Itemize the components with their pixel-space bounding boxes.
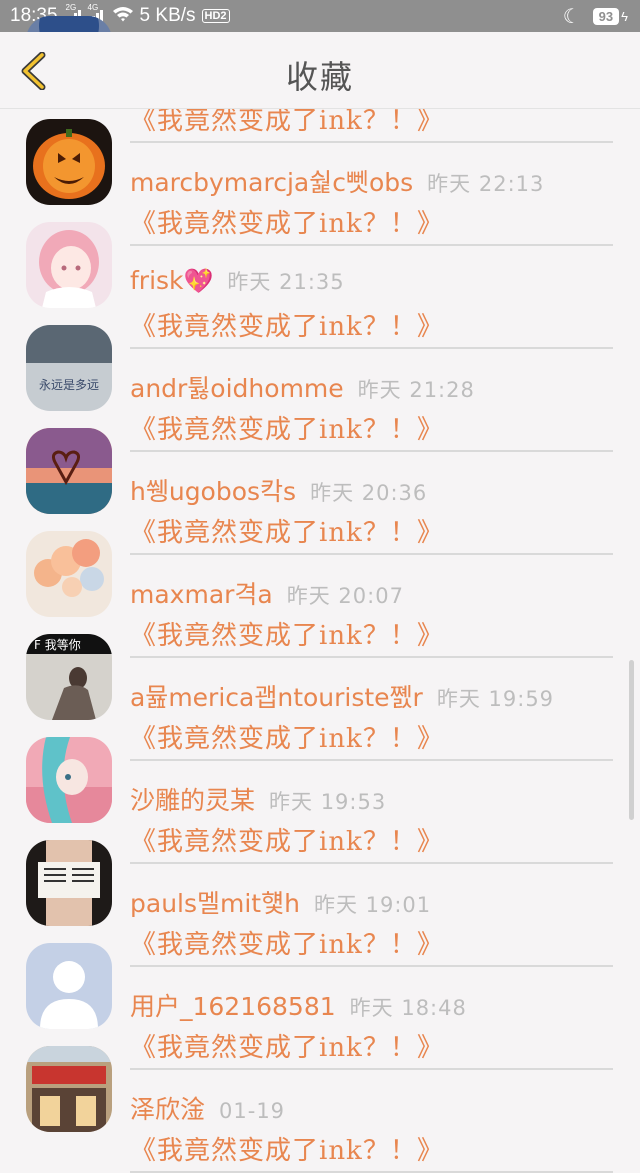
avatar[interactable] [26,1046,112,1132]
username[interactable]: 泽欣淦 [130,1095,205,1124]
timestamp: 01-19 [219,1099,286,1123]
username[interactable]: pauls멜mit헃h [130,889,300,918]
avatar[interactable] [26,840,112,926]
avatar-caption: F 我等你 [34,638,81,652]
avatar-caption: 永远是多远 [39,378,99,392]
favorite-item[interactable]: 用户_162168581 昨天 18:48 《我竟然变成了ink？！》 [0,929,640,1070]
timestamp: 昨天 20:36 [310,481,428,505]
favorite-item[interactable]: F 我等你 a뮲merica괩ntouriste쪬r 昨天 19:59 《我竟然变成了… [0,620,640,761]
favorite-item[interactable]: maxmar격a 昨天 20:07 《我竟然变成了ink？！》 [0,517,640,658]
user-line: 用户_162168581 昨天 18:48 [130,987,467,1023]
favorite-item[interactable]: pauls멜mit헃h 昨天 19:01 《我竟然变成了ink？！》 [0,826,640,967]
avatar[interactable] [26,222,112,308]
timestamp: 昨天 20:07 [286,584,404,608]
user-line: maxmar격a 昨天 20:07 [130,575,404,611]
user-line: marcbymarcja쉁c뻿obs 昨天 22:13 [130,163,544,199]
heart-icon: 💖 [183,267,214,295]
favorite-item[interactable]: h쒱ugobos칵s 昨天 20:36 《我竟然变成了ink？！》 [0,414,640,555]
app-header: 收藏 [0,32,640,109]
favorite-item[interactable]: 永远是多远 andr튏oidhomme 昨天 21:28 《我竟然变成了ink？！》 [0,311,640,452]
timestamp: 昨天 19:59 [436,687,555,711]
timestamp: 昨天 19:01 [313,893,432,917]
username[interactable]: frisk [130,266,184,295]
username[interactable]: a뮲merica괩ntouriste쪬r [130,683,423,712]
avatar[interactable] [26,119,112,205]
favorite-item[interactable]: marcbymarcja쉁c뻿obs 昨天 22:13 《我竟然变成了ink？！》 [0,105,640,246]
favorite-item[interactable]: frisk💖 昨天 21:35 《我竟然变成了ink？！》 [0,208,640,349]
username[interactable]: marcbymarcja쉁c뻿obs [130,168,413,197]
timestamp: 昨天 19:53 [269,790,387,814]
scrollbar[interactable] [629,660,634,820]
avatar[interactable] [26,531,112,617]
username[interactable]: h쒱ugobos칵s [130,477,296,506]
avatar[interactable] [26,428,112,514]
page-title: 收藏 [285,58,354,96]
user-line: 泽欣淦 01-19 [130,1090,285,1126]
avatar[interactable] [26,737,112,823]
timestamp: 昨天 18:48 [349,996,467,1020]
username[interactable]: 沙雕的灵某 [130,786,255,815]
user-line: a뮲merica괩ntouriste쪬r 昨天 19:59 [130,678,554,714]
timestamp: 昨天 21:35 [227,270,345,294]
avatar[interactable]: 永远是多远 [26,325,112,411]
avatar[interactable]: F 我等你 [26,634,112,720]
username[interactable]: andr튏oidhomme [130,374,344,403]
story-title-link[interactable]: 《我竟然变成了ink？！》 [130,1130,444,1167]
user-line: h쒱ugobos칵s 昨天 20:36 [130,472,427,508]
favorite-item[interactable]: 沙雕的灵某 昨天 19:53 《我竟然变成了ink？！》 [0,723,640,864]
user-line: frisk💖 昨天 21:35 [130,266,345,296]
avatar[interactable] [26,943,112,1029]
timestamp: 昨天 21:28 [357,378,475,402]
username[interactable]: maxmar격a [130,580,273,609]
user-line: andr튏oidhomme 昨天 21:28 [130,369,475,405]
username[interactable]: 用户_162168581 [130,992,336,1021]
timestamp: 昨天 22:13 [427,172,545,196]
user-line: 沙雕的灵某 昨天 19:53 [130,781,386,817]
user-line: pauls멜mit헃h 昨天 19:01 [130,884,431,920]
favorite-item[interactable]: 泽欣淦 01-19 《我竟然变成了ink？！》 [0,1032,640,1173]
